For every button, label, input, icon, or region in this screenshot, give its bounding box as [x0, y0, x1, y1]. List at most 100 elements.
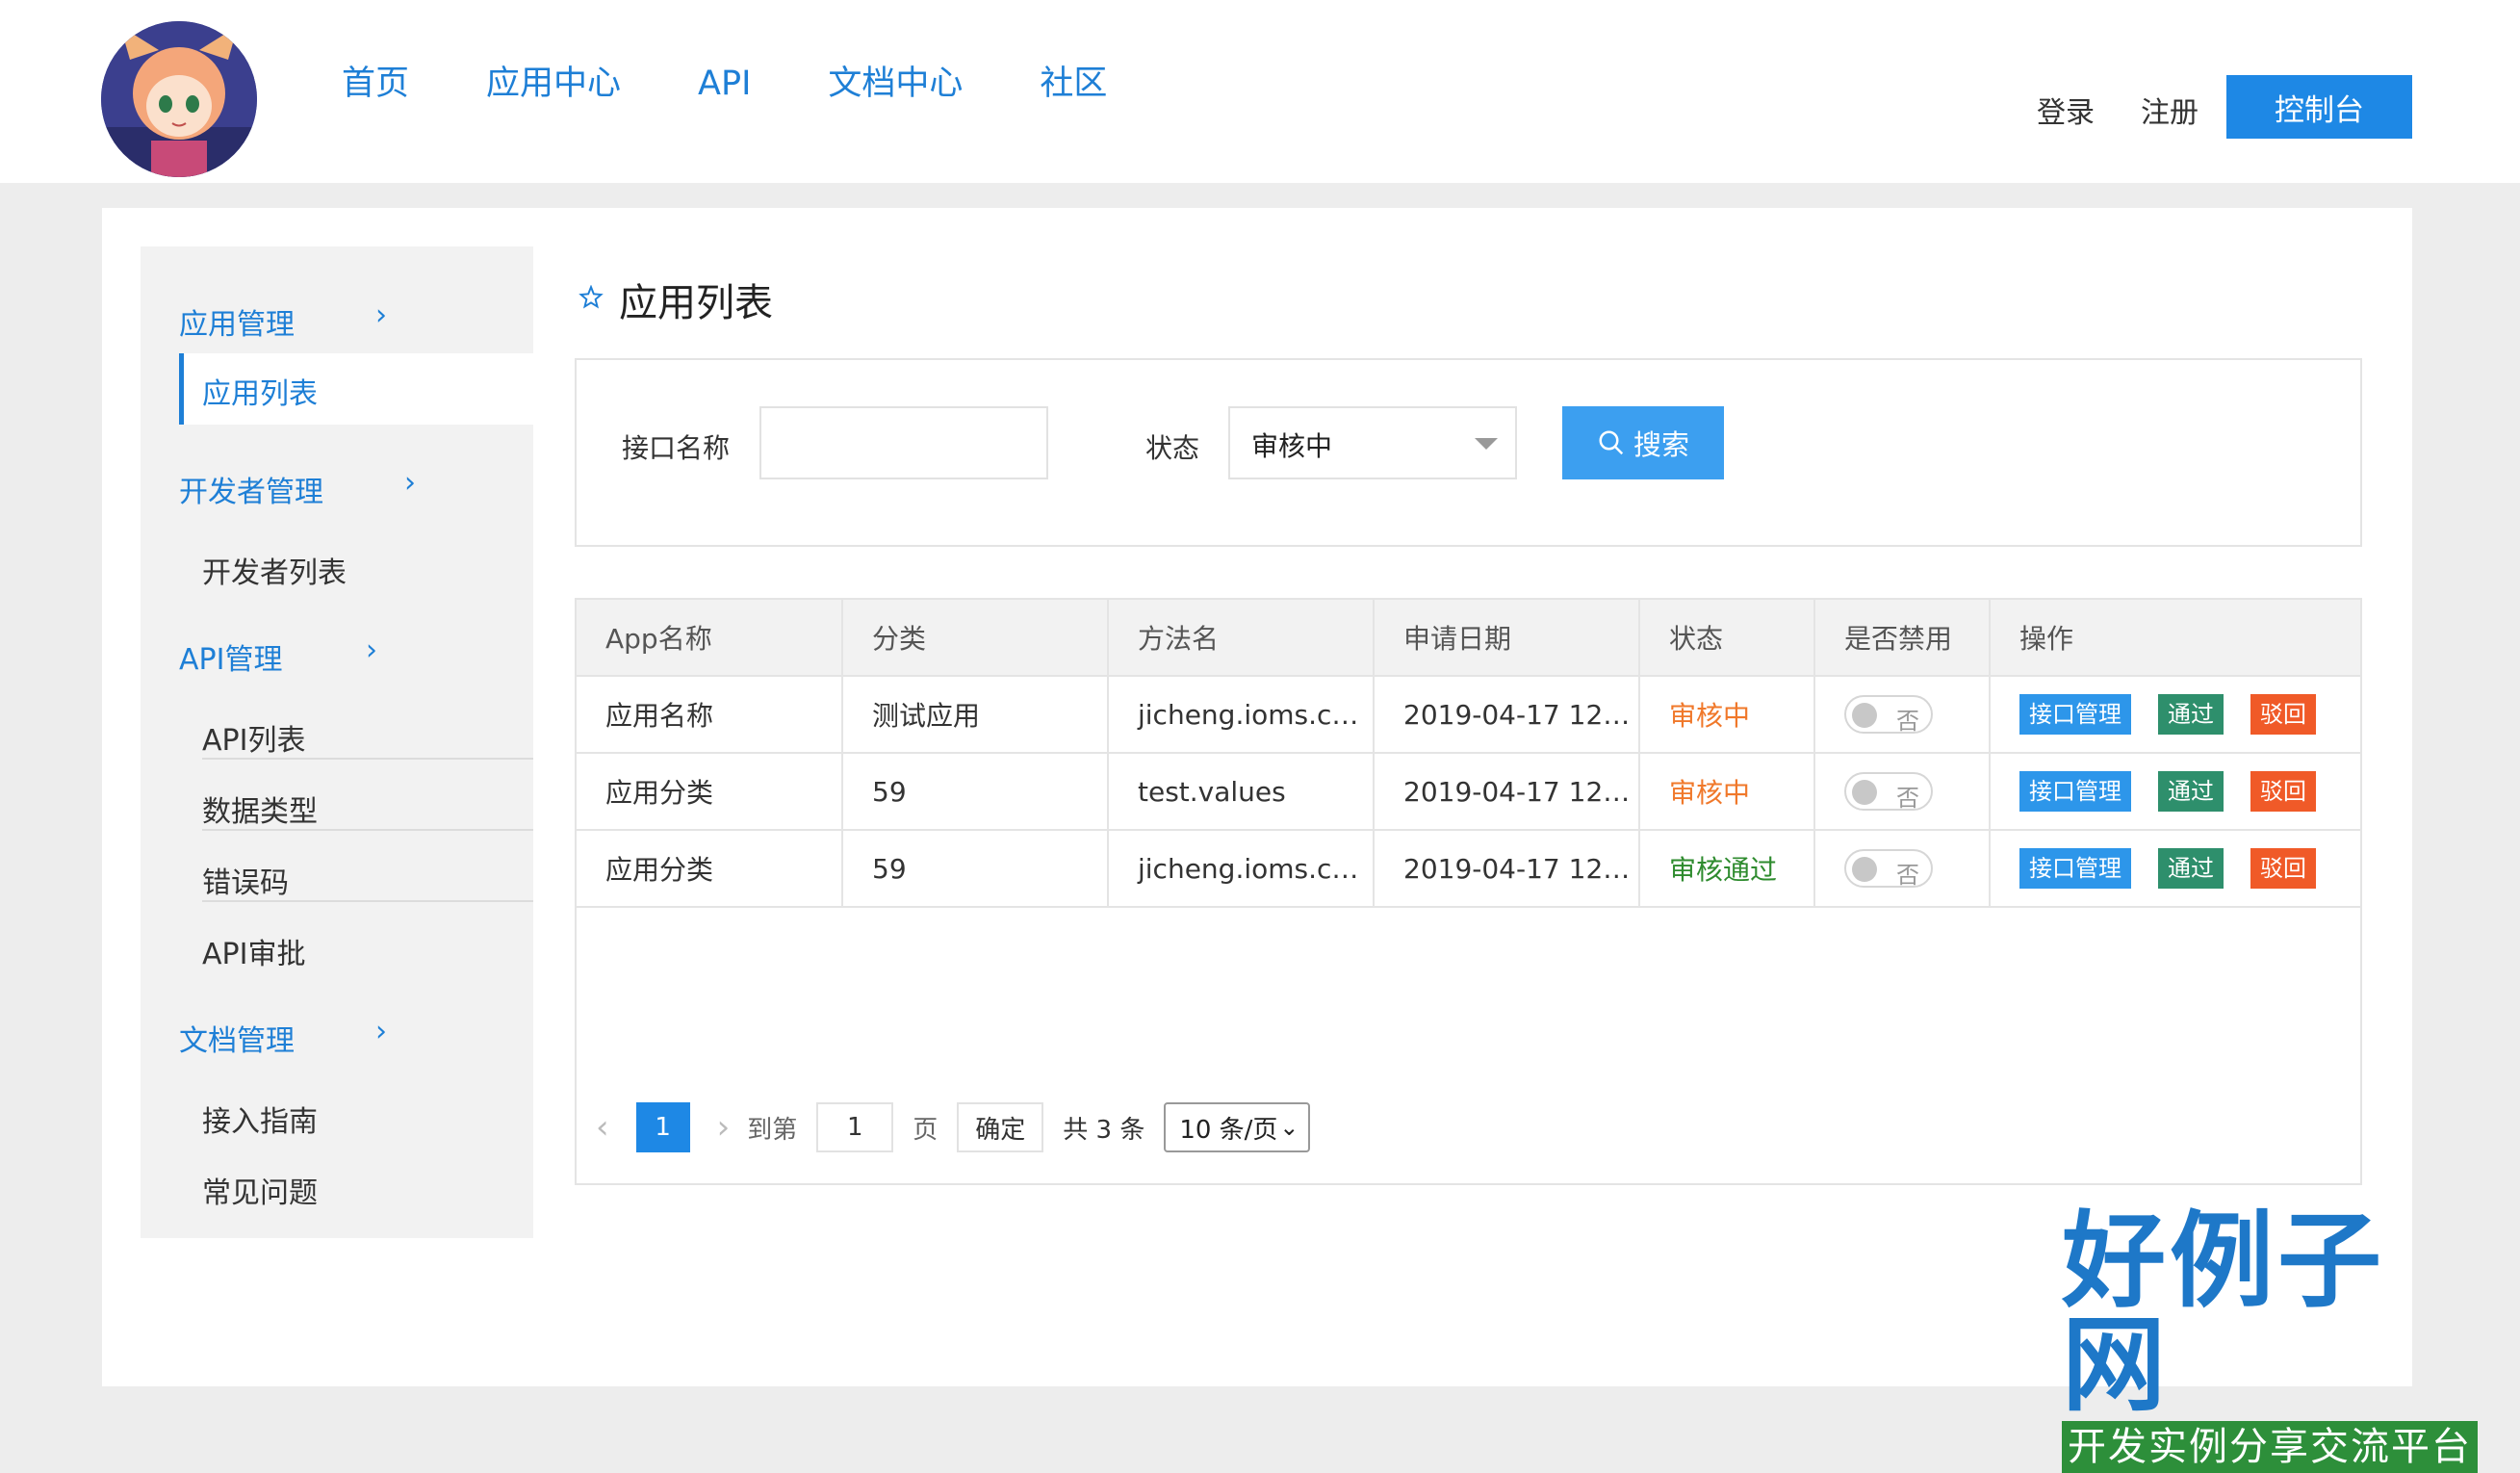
sidebar-group-dev-manage[interactable]: 开发者管理: [179, 468, 323, 510]
chevron-right-icon[interactable]: ›: [375, 1015, 387, 1048]
sidebar-group-app-manage[interactable]: 应用管理: [179, 300, 295, 343]
nav-home[interactable]: 首页: [342, 67, 409, 101]
sidebar-item-data-types[interactable]: 数据类型: [202, 788, 318, 830]
manage-api-button[interactable]: 接口管理: [2019, 848, 2131, 889]
cell-disabled: 否: [1814, 830, 1991, 908]
reject-button[interactable]: 驳回: [2250, 694, 2316, 735]
table-row: 应用分类 59 test.values 2019-04-17 12… 审核中 否…: [577, 753, 2360, 831]
sidebar-group-api-manage[interactable]: API管理: [179, 635, 282, 678]
cell-category: 59: [842, 830, 1109, 908]
sidebar-item-api-approval[interactable]: API审批: [202, 930, 305, 972]
caret-down-icon: [1475, 438, 1498, 450]
cell-date: 2019-04-17 12…: [1374, 753, 1640, 831]
nav-docs[interactable]: 文档中心: [828, 67, 963, 101]
cell-disabled: 否: [1814, 676, 1991, 754]
cell-method: test.values: [1108, 753, 1375, 831]
star-icon: [579, 284, 604, 314]
cell-actions: 接口管理 通过 驳回: [1990, 830, 2360, 908]
cell-method: jicheng.ioms.c…: [1108, 676, 1375, 754]
goto-label: 到第: [747, 1115, 798, 1145]
nav-community[interactable]: 社区: [1040, 67, 1107, 101]
nav-app-center[interactable]: 应用中心: [486, 67, 621, 101]
approve-button[interactable]: 通过: [2158, 771, 2224, 812]
toggle-text: 否: [1896, 708, 1919, 735]
app-table: App名称 分类 方法名 申请日期 状态 是否禁用 操作 应用名称 测试应用 j…: [577, 600, 2360, 908]
search-button[interactable]: 搜索: [1562, 406, 1724, 479]
sidebar-item-error-codes[interactable]: 错误码: [202, 859, 289, 901]
total-count: 共 3 条: [1063, 1115, 1145, 1145]
cell-actions: 接口管理 通过 驳回: [1990, 753, 2360, 831]
table-row: 应用名称 测试应用 jicheng.ioms.c… 2019-04-17 12……: [577, 676, 2360, 754]
sidebar-item-dev-list[interactable]: 开发者列表: [202, 549, 347, 591]
search-button-label: 搜索: [1633, 428, 1689, 461]
sidebar-active-indicator: [179, 353, 184, 425]
status-select[interactable]: 审核中: [1228, 406, 1517, 479]
table-row: 应用分类 59 jicheng.ioms.c… 2019-04-17 12… 审…: [577, 830, 2360, 908]
col-status[interactable]: 状态: [1639, 600, 1815, 677]
cell-status: 审核通过: [1639, 830, 1815, 908]
col-category[interactable]: 分类: [842, 600, 1109, 677]
cell-date: 2019-04-17 12…: [1374, 830, 1640, 908]
chevron-right-icon[interactable]: ›: [404, 466, 416, 500]
goto-confirm-button[interactable]: 确定: [957, 1102, 1044, 1152]
chevron-right-icon[interactable]: ›: [375, 298, 387, 332]
prev-page-icon[interactable]: ‹: [596, 1108, 609, 1147]
api-name-input[interactable]: [759, 406, 1048, 479]
cell-actions: 接口管理 通过 驳回: [1990, 676, 2360, 754]
disable-toggle[interactable]: 否: [1844, 772, 1933, 812]
site-logo-avatar[interactable]: [101, 21, 257, 177]
pagination: ‹ 1 › 到第 1 页 确定 共 3 条 10 条/页 ⌄: [596, 1100, 1311, 1154]
approve-button[interactable]: 通过: [2158, 848, 2224, 889]
next-page-icon[interactable]: ›: [717, 1108, 731, 1147]
sidebar-item-access-guide[interactable]: 接入指南: [202, 1098, 318, 1140]
cell-disabled: 否: [1814, 753, 1991, 831]
cell-app-name: 应用分类: [577, 753, 843, 831]
col-app-name[interactable]: App名称: [577, 600, 843, 677]
toggle-knob: [1852, 780, 1877, 805]
api-name-label: 接口名称: [622, 432, 731, 464]
goto-page-input[interactable]: 1: [816, 1102, 894, 1152]
status-label: 状态: [1145, 432, 1200, 464]
reject-button[interactable]: 驳回: [2250, 848, 2316, 889]
toggle-text: 否: [1896, 862, 1919, 889]
page-header: 应用列表: [579, 271, 773, 327]
cell-category: 59: [842, 753, 1109, 831]
page-size-select[interactable]: 10 条/页 ⌄: [1164, 1102, 1311, 1152]
status-select-value: 审核中: [1251, 430, 1333, 462]
chevron-right-icon[interactable]: ›: [366, 633, 377, 667]
register-link[interactable]: 注册: [2141, 89, 2199, 131]
manage-api-button[interactable]: 接口管理: [2019, 694, 2131, 735]
top-header: 首页 应用中心 API 文档中心 社区 登录 注册 控制台: [0, 0, 2520, 183]
sidebar: 应用管理 › 应用列表 开发者管理 › 开发者列表 API管理 › API列表 …: [141, 246, 533, 1238]
search-icon: [1597, 428, 1626, 457]
sidebar-group-doc-manage[interactable]: 文档管理: [179, 1017, 295, 1059]
disable-toggle[interactable]: 否: [1844, 849, 1933, 889]
table-header-row: App名称 分类 方法名 申请日期 状态 是否禁用 操作: [577, 600, 2360, 677]
sidebar-item-faq[interactable]: 常见问题: [202, 1169, 318, 1211]
page-title: 应用列表: [619, 281, 773, 325]
cell-status: 审核中: [1639, 753, 1815, 831]
watermark-subtitle: 开发实例分享交流平台: [2062, 1421, 2478, 1473]
sidebar-item-api-list[interactable]: API列表: [202, 716, 305, 759]
page-1-button[interactable]: 1: [635, 1102, 690, 1152]
col-date[interactable]: 申请日期: [1374, 600, 1640, 677]
manage-api-button[interactable]: 接口管理: [2019, 771, 2131, 812]
page-size-value: 10 条/页: [1179, 1115, 1278, 1145]
page-unit-label: 页: [913, 1115, 939, 1145]
app-table-panel: App名称 分类 方法名 申请日期 状态 是否禁用 操作 应用名称 测试应用 j…: [575, 598, 2362, 1185]
nav-api[interactable]: API: [698, 67, 751, 101]
col-disabled[interactable]: 是否禁用: [1814, 600, 1991, 677]
watermark-logo: 好例子网 开发实例分享交流平台: [2062, 1209, 2478, 1473]
login-link[interactable]: 登录: [2037, 89, 2095, 131]
sidebar-divider: [202, 829, 533, 831]
toggle-text: 否: [1896, 785, 1919, 812]
reject-button[interactable]: 驳回: [2250, 771, 2316, 812]
col-method[interactable]: 方法名: [1108, 600, 1375, 677]
approve-button[interactable]: 通过: [2158, 694, 2224, 735]
disable-toggle[interactable]: 否: [1844, 695, 1933, 735]
cell-date: 2019-04-17 12…: [1374, 676, 1640, 754]
console-button[interactable]: 控制台: [2226, 75, 2412, 139]
sidebar-divider: [202, 900, 533, 902]
sidebar-item-app-list[interactable]: 应用列表: [202, 370, 318, 412]
cell-method: jicheng.ioms.c…: [1108, 830, 1375, 908]
